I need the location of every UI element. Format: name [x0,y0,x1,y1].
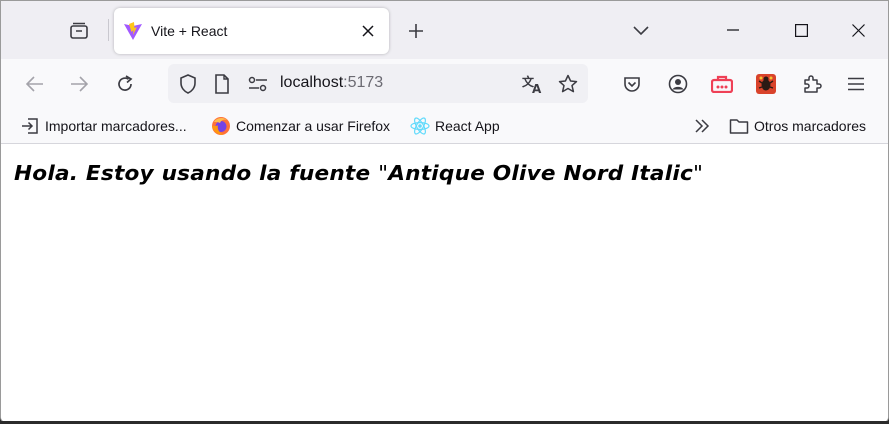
reload-button[interactable] [108,67,142,101]
page-icon[interactable] [210,72,234,96]
pocket-button[interactable] [615,67,649,101]
arrow-left-icon [26,76,43,92]
react-icon [410,116,430,136]
close-window-button[interactable] [835,9,881,51]
back-button[interactable] [18,67,52,101]
page-heading: Hola. Estoy usando la fuente "Antique Ol… [14,161,703,185]
tab-strip: Vite + React [1,1,888,59]
account-icon [668,74,688,94]
shield-icon[interactable] [176,72,200,96]
address-bar[interactable]: localhost:5173 文 A [168,64,588,103]
minimize-icon [727,29,739,31]
bookmark-label: Importar marcadores... [45,118,187,134]
url-text[interactable]: localhost:5173 [280,74,383,92]
bookmark-label: Comenzar a usar Firefox [236,118,391,134]
page-content: Hola. Estoy usando la fuente "Antique Ol… [1,144,888,422]
bookmark-firefox[interactable]: Comenzar a usar Firefox [211,115,390,137]
tab-separator [108,19,109,41]
tab-active[interactable]: Vite + React [114,8,389,54]
new-tab-button[interactable] [399,15,433,47]
firefox-view-button[interactable] [61,15,97,47]
heading-quote-close: " [692,161,704,185]
plus-icon [409,24,423,38]
bookmarks-overflow-button[interactable] [694,115,710,137]
list-all-tabs-button[interactable] [623,15,659,47]
extensions-button[interactable] [795,67,829,101]
heading-text: Hola. Estoy usando la fuente [14,161,379,185]
tab-title: Vite + React [151,23,228,39]
hamburger-menu-icon [848,77,864,91]
import-icon [20,116,40,136]
translate-icon[interactable]: 文 A [521,72,545,96]
chevron-down-icon [633,26,649,36]
account-button[interactable] [661,67,695,101]
other-bookmarks-folder[interactable]: Otros marcadores [729,115,866,137]
close-icon [362,25,374,37]
bookmark-label: React App [435,118,500,134]
bookmarks-toolbar: Importar marcadores... Comenzar a usar F… [1,109,888,144]
heading-font-name: Antique Olive Nord Italic [388,161,693,185]
extension-react-devtools-button[interactable] [749,67,783,101]
browser-window: Vite + React localhost:5173 文 A Importar… [0,0,889,423]
firefox-icon [211,116,231,136]
other-bookmarks-label: Otros marcadores [754,118,867,134]
heading-quote-open: " [378,161,389,185]
url-port: :5173 [343,74,384,91]
forward-button[interactable] [62,67,96,101]
menu-button[interactable] [839,67,873,101]
extension-red-button[interactable] [705,67,739,101]
pocket-icon [624,76,640,92]
firefox-view-icon [70,22,88,39]
maximize-button[interactable] [778,9,824,51]
maximize-icon [794,23,808,37]
minimize-button[interactable] [710,9,756,51]
chevron-double-right-icon [695,119,710,133]
bookmark-import[interactable]: Importar marcadores... [20,115,187,137]
svg-text:A: A [532,82,542,94]
bookmark-star-icon[interactable] [556,72,580,96]
url-host: localhost [280,74,344,91]
tab-close-button[interactable] [355,18,381,44]
toolbox-extension-icon [711,75,733,93]
reload-icon [118,75,133,91]
permissions-icon[interactable] [246,72,270,96]
bookmark-react-app[interactable]: React App [410,115,500,137]
folder-icon [729,116,749,136]
vite-logo-icon [123,21,143,41]
close-icon [851,23,865,37]
navigation-toolbar: localhost:5173 文 A [1,59,888,109]
arrow-right-icon [71,76,88,92]
puzzle-icon [804,75,822,93]
bug-extension-icon [756,74,776,94]
